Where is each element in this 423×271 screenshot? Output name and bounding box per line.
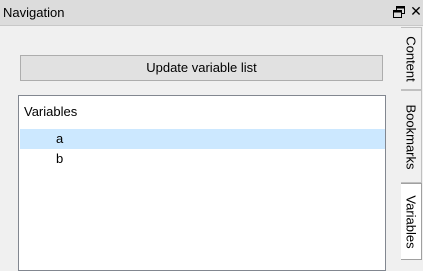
tree-header: Variables bbox=[24, 104, 78, 119]
tree-item-a[interactable]: a bbox=[20, 129, 385, 149]
panel-titlebar: Navigation ✕ bbox=[0, 0, 423, 26]
tree-item-label: a bbox=[56, 131, 64, 146]
float-window-icon[interactable] bbox=[393, 6, 405, 18]
tab-content-label: Content bbox=[403, 35, 419, 82]
tree-item-label: b bbox=[56, 151, 64, 166]
tab-variables-label: Variables bbox=[403, 194, 419, 249]
tab-content[interactable]: Content bbox=[401, 27, 422, 90]
panel-title: Navigation bbox=[3, 5, 65, 20]
close-icon[interactable]: ✕ bbox=[410, 4, 422, 18]
tab-variables[interactable]: Variables bbox=[401, 183, 422, 260]
panel-content: Update variable list Variables a b bbox=[0, 27, 401, 271]
tree-item-b[interactable]: b bbox=[20, 149, 385, 169]
variables-tree[interactable]: Variables a b bbox=[18, 95, 386, 271]
update-variable-list-button[interactable]: Update variable list bbox=[20, 55, 383, 81]
vertical-tab-bar: Content Bookmarks Variables bbox=[401, 27, 423, 271]
tab-bookmarks-label: Bookmarks bbox=[403, 103, 419, 170]
tab-bookmarks[interactable]: Bookmarks bbox=[401, 90, 422, 183]
